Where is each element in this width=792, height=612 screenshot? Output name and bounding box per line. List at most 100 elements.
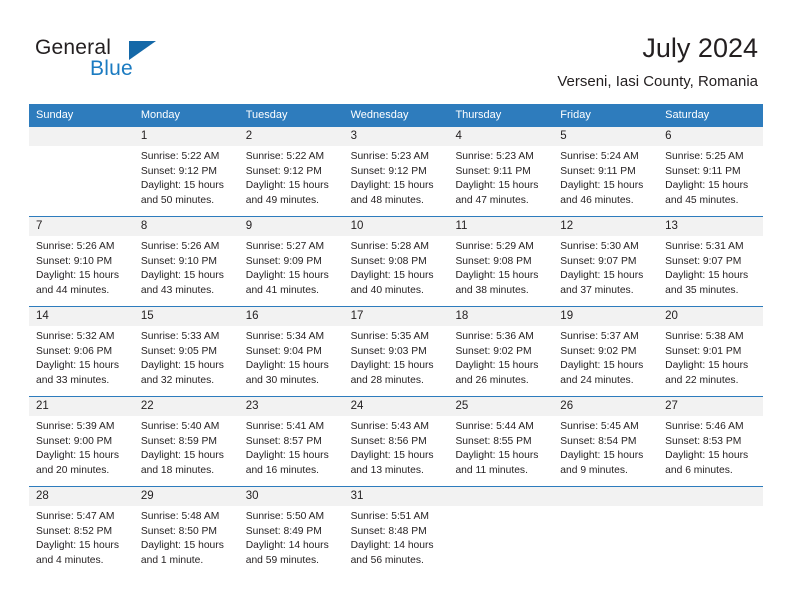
sunset-line: Sunset: 9:04 PM [245, 345, 322, 357]
day-cell[interactable]: 29 Sunrise: 5:48 AM Sunset: 8:50 PM Dayl… [133, 487, 239, 576]
day-cell[interactable]: 9 Sunrise: 5:27 AM Sunset: 9:09 PM Dayli… [238, 217, 344, 306]
daylight-line-1: Daylight: 15 hours [560, 180, 644, 192]
daylight-line-2: and 4 minutes. [36, 554, 104, 566]
sunset-line: Sunset: 9:12 PM [245, 165, 322, 177]
day-details: Sunrise: 5:32 AM Sunset: 9:06 PM Dayligh… [29, 326, 134, 388]
daylight-line-2: and 47 minutes. [455, 194, 529, 206]
daylight-line-2: and 33 minutes. [36, 374, 110, 386]
week-row: 7 Sunrise: 5:26 AM Sunset: 9:10 PM Dayli… [29, 216, 764, 306]
day-cell[interactable]: 31 Sunrise: 5:51 AM Sunset: 8:48 PM Dayl… [343, 487, 449, 576]
day-number-band: 9 [238, 217, 344, 236]
daylight-line-2: and 41 minutes. [245, 284, 319, 296]
day-cell[interactable]: 17 Sunrise: 5:35 AM Sunset: 9:03 PM Dayl… [343, 307, 449, 396]
day-number-band: 25 [448, 397, 554, 416]
day-details [658, 506, 763, 510]
day-cell[interactable]: 2 Sunrise: 5:22 AM Sunset: 9:12 PM Dayli… [238, 127, 344, 216]
day-cell[interactable]: 19 Sunrise: 5:37 AM Sunset: 9:02 PM Dayl… [553, 307, 659, 396]
day-cell[interactable] [29, 127, 134, 216]
sunrise-line: Sunrise: 5:37 AM [560, 331, 639, 342]
day-details: Sunrise: 5:37 AM Sunset: 9:02 PM Dayligh… [553, 326, 658, 388]
day-details: Sunrise: 5:31 AM Sunset: 9:07 PM Dayligh… [658, 236, 763, 298]
day-details: Sunrise: 5:45 AM Sunset: 8:54 PM Dayligh… [553, 416, 658, 478]
day-number: 16 [245, 310, 259, 322]
day-cell[interactable]: 26 Sunrise: 5:45 AM Sunset: 8:54 PM Dayl… [553, 397, 659, 486]
day-cell[interactable]: 18 Sunrise: 5:36 AM Sunset: 9:02 PM Dayl… [448, 307, 554, 396]
day-details: Sunrise: 5:25 AM Sunset: 9:11 PM Dayligh… [658, 146, 763, 208]
day-number: 22 [140, 400, 154, 412]
daylight-line-2: and 22 minutes. [665, 374, 739, 386]
brand-name-blue: Blue [90, 57, 133, 80]
daylight-line-2: and 59 minutes. [245, 554, 319, 566]
day-cell[interactable]: 6 Sunrise: 5:25 AM Sunset: 9:11 PM Dayli… [658, 127, 764, 216]
day-number-band: 11 [448, 217, 554, 236]
day-details: Sunrise: 5:51 AM Sunset: 8:48 PM Dayligh… [344, 506, 449, 568]
day-cell[interactable]: 1 Sunrise: 5:22 AM Sunset: 9:12 PM Dayli… [133, 127, 239, 216]
brand-logo[interactable]: General Blue [35, 36, 255, 88]
day-number-band: 16 [238, 307, 344, 326]
day-cell[interactable]: 25 Sunrise: 5:44 AM Sunset: 8:55 PM Dayl… [448, 397, 554, 486]
day-cell[interactable]: 28 Sunrise: 5:47 AM Sunset: 8:52 PM Dayl… [29, 487, 134, 576]
sunrise-line: Sunrise: 5:47 AM [36, 511, 115, 522]
day-number-band: 12 [553, 217, 659, 236]
day-number-band: 5 [553, 127, 659, 146]
day-cell[interactable]: 21 Sunrise: 5:39 AM Sunset: 9:00 PM Dayl… [29, 397, 134, 486]
day-details: Sunrise: 5:34 AM Sunset: 9:04 PM Dayligh… [239, 326, 344, 388]
daylight-line-1: Daylight: 15 hours [140, 270, 224, 282]
day-number-band: 31 [343, 487, 449, 506]
sunrise-line: Sunrise: 5:51 AM [350, 511, 429, 522]
sunrise-line: Sunrise: 5:23 AM [350, 151, 429, 162]
sunset-line: Sunset: 9:07 PM [560, 255, 637, 267]
day-cell[interactable]: 30 Sunrise: 5:50 AM Sunset: 8:49 PM Dayl… [238, 487, 344, 576]
daylight-line-2: and 35 minutes. [665, 284, 739, 296]
sunset-line: Sunset: 8:49 PM [245, 525, 322, 537]
day-cell[interactable]: 27 Sunrise: 5:46 AM Sunset: 8:53 PM Dayl… [658, 397, 764, 486]
sunrise-line: Sunrise: 5:40 AM [140, 421, 220, 432]
daylight-line-2: and 32 minutes. [140, 374, 215, 386]
sunrise-line: Sunrise: 5:39 AM [36, 421, 115, 432]
daylight-line-1: Daylight: 15 hours [140, 450, 224, 462]
day-cell[interactable]: 13 Sunrise: 5:31 AM Sunset: 9:07 PM Dayl… [658, 217, 764, 306]
day-number-band: 14 [29, 307, 134, 326]
sunset-line: Sunset: 9:07 PM [665, 255, 742, 267]
day-cell[interactable]: 5 Sunrise: 5:24 AM Sunset: 9:11 PM Dayli… [553, 127, 659, 216]
sunrise-line: Sunrise: 5:31 AM [665, 241, 744, 252]
day-cell[interactable]: 23 Sunrise: 5:41 AM Sunset: 8:57 PM Dayl… [238, 397, 344, 486]
day-cell[interactable] [448, 487, 554, 576]
day-cell[interactable]: 7 Sunrise: 5:26 AM Sunset: 9:10 PM Dayli… [29, 217, 134, 306]
day-number: 8 [140, 220, 148, 232]
day-number: 7 [36, 220, 43, 232]
week-row: 21 Sunrise: 5:39 AM Sunset: 9:00 PM Dayl… [29, 396, 764, 486]
day-details: Sunrise: 5:29 AM Sunset: 9:08 PM Dayligh… [448, 236, 553, 298]
day-cell[interactable]: 10 Sunrise: 5:28 AM Sunset: 9:08 PM Dayl… [343, 217, 449, 306]
day-cell[interactable]: 8 Sunrise: 5:26 AM Sunset: 9:10 PM Dayli… [133, 217, 239, 306]
daylight-line-1: Daylight: 15 hours [560, 450, 644, 462]
daylight-line-1: Daylight: 15 hours [665, 450, 749, 462]
day-cell[interactable]: 12 Sunrise: 5:30 AM Sunset: 9:07 PM Dayl… [553, 217, 659, 306]
sunrise-line: Sunrise: 5:44 AM [455, 421, 534, 432]
day-cell[interactable]: 4 Sunrise: 5:23 AM Sunset: 9:11 PM Dayli… [448, 127, 554, 216]
daylight-line-2: and 48 minutes. [350, 194, 424, 206]
day-number: 30 [245, 490, 259, 502]
sunset-line: Sunset: 8:50 PM [140, 525, 217, 537]
daylight-line-2: and 50 minutes. [140, 194, 215, 206]
day-details: Sunrise: 5:33 AM Sunset: 9:05 PM Dayligh… [134, 326, 239, 388]
day-number: 2 [245, 130, 253, 142]
day-cell[interactable]: 11 Sunrise: 5:29 AM Sunset: 9:08 PM Dayl… [448, 217, 554, 306]
day-cell[interactable]: 22 Sunrise: 5:40 AM Sunset: 8:59 PM Dayl… [133, 397, 239, 486]
day-number: 17 [350, 310, 364, 322]
day-cell[interactable] [553, 487, 659, 576]
day-details: Sunrise: 5:30 AM Sunset: 9:07 PM Dayligh… [553, 236, 658, 298]
day-cell[interactable]: 20 Sunrise: 5:38 AM Sunset: 9:01 PM Dayl… [658, 307, 764, 396]
day-cell[interactable] [658, 487, 764, 576]
day-number: 1 [140, 130, 148, 142]
day-cell[interactable]: 15 Sunrise: 5:33 AM Sunset: 9:05 PM Dayl… [133, 307, 239, 396]
day-number: 28 [36, 490, 49, 502]
day-cell[interactable]: 24 Sunrise: 5:43 AM Sunset: 8:56 PM Dayl… [343, 397, 449, 486]
day-cell[interactable]: 3 Sunrise: 5:23 AM Sunset: 9:12 PM Dayli… [343, 127, 449, 216]
sunrise-line: Sunrise: 5:27 AM [245, 241, 325, 252]
day-number: 5 [560, 130, 567, 142]
day-cell[interactable]: 14 Sunrise: 5:32 AM Sunset: 9:06 PM Dayl… [29, 307, 134, 396]
day-details [553, 506, 658, 510]
day-number-band: 28 [29, 487, 134, 506]
day-cell[interactable]: 16 Sunrise: 5:34 AM Sunset: 9:04 PM Dayl… [238, 307, 344, 396]
